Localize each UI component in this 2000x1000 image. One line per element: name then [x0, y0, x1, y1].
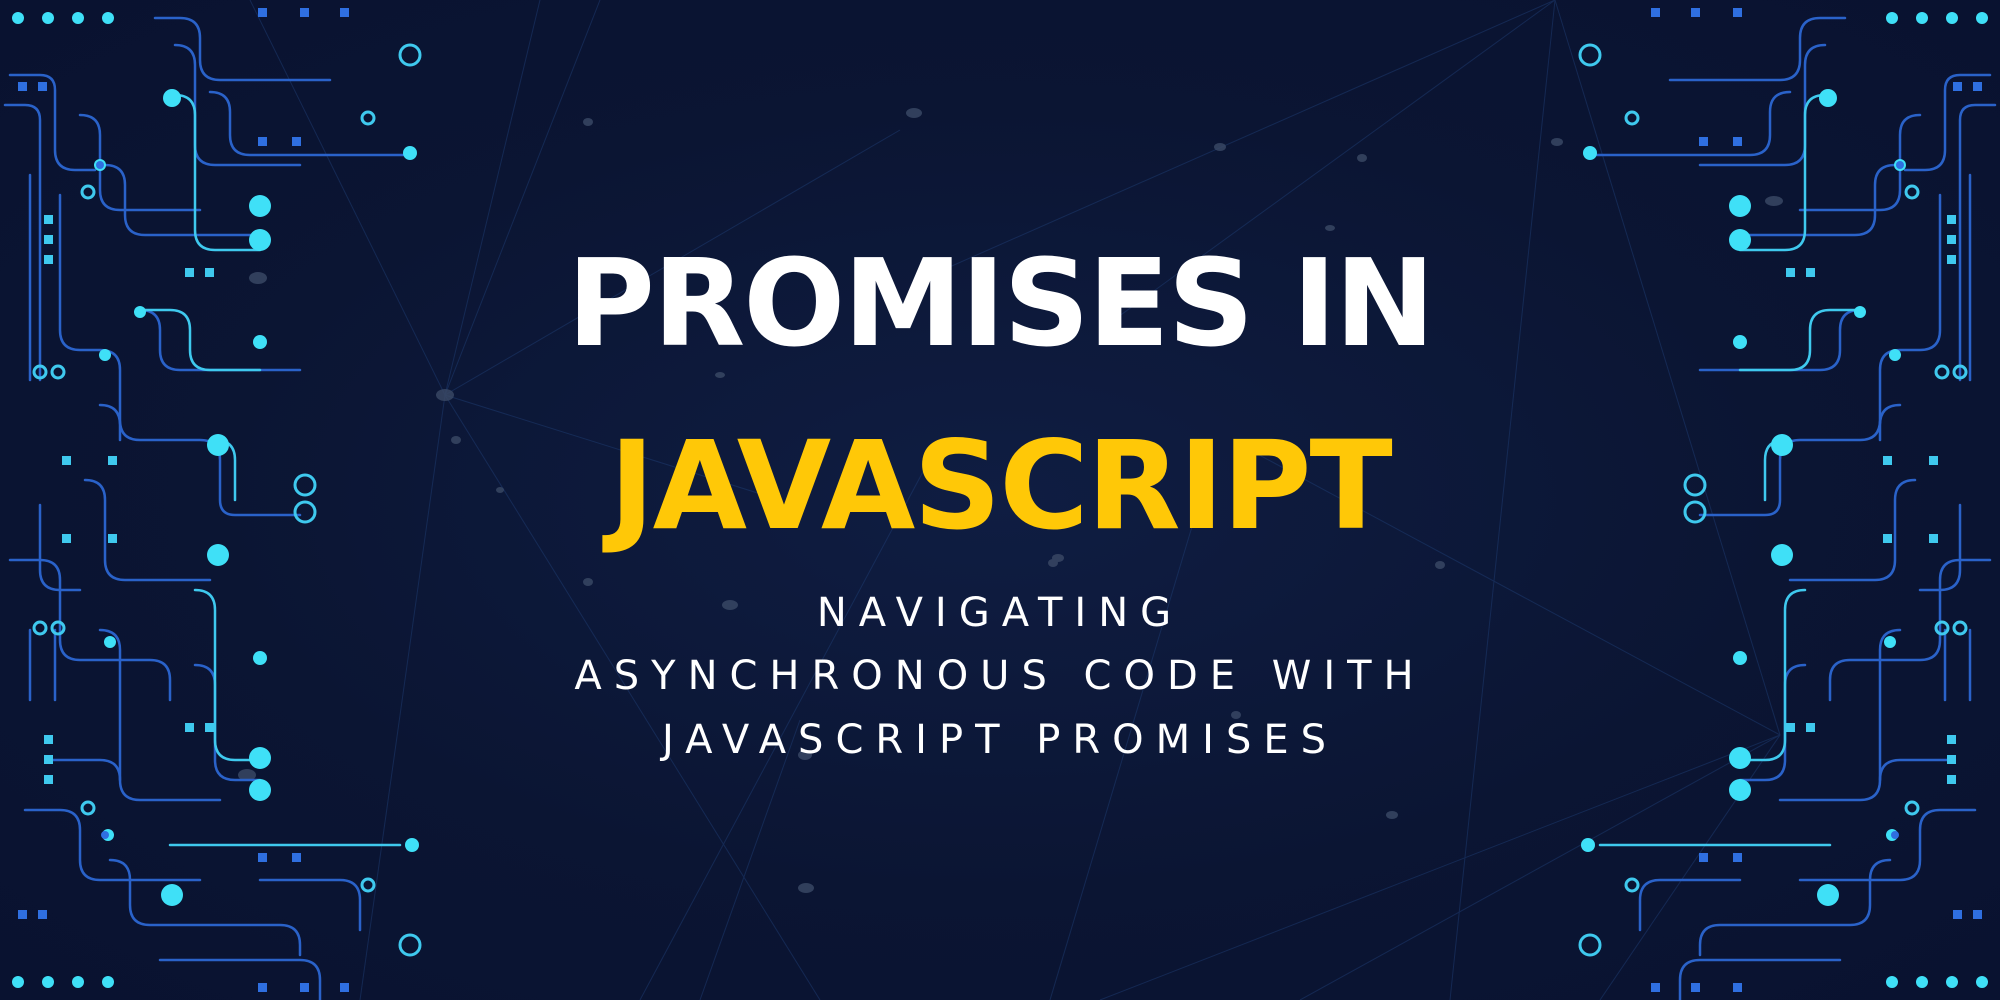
title-line-1: PROMISES IN — [566, 235, 1435, 374]
subtitle-line-2: ASYNCHRONOUS CODE WITH — [574, 653, 1426, 699]
subtitle-line-3: JAVASCRIPT PROMISES — [661, 717, 1338, 763]
subtitle-line-1: NAVIGATING — [816, 590, 1184, 636]
title-line-2: JAVASCRIPT — [609, 415, 1392, 557]
banner: PROMISES IN JAVASCRIPT NAVIGATING ASYNCH… — [0, 0, 2000, 1000]
